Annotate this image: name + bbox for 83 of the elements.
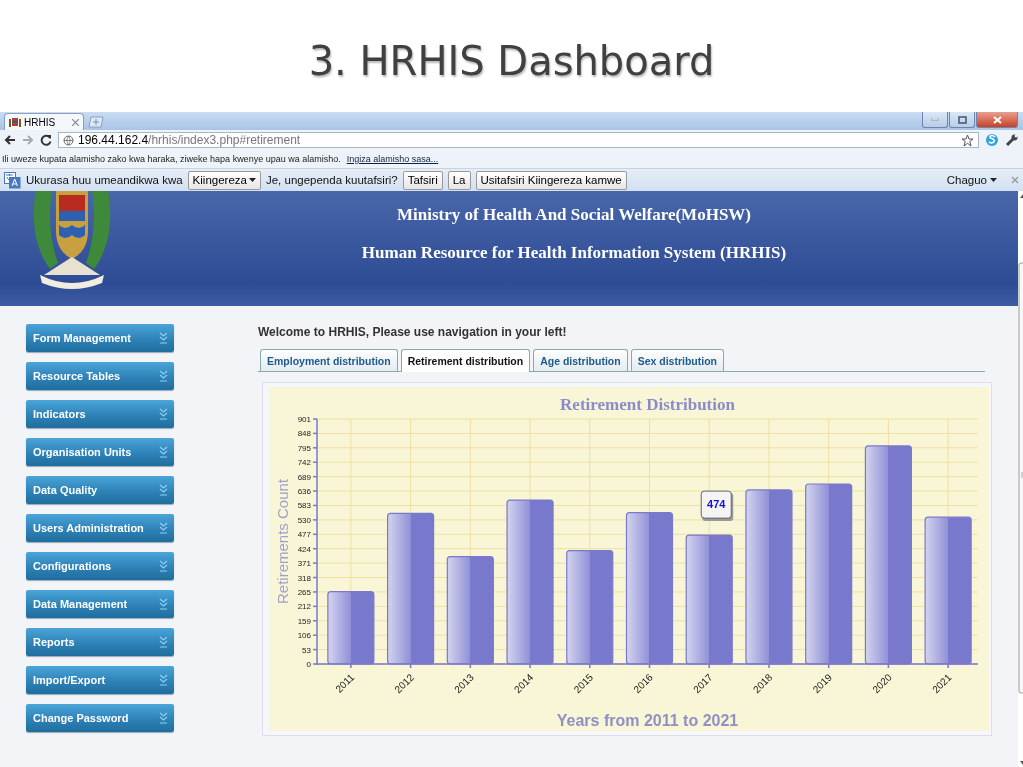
axis-title: Years from 2011 to 2021 (556, 712, 739, 729)
back-icon[interactable] (4, 134, 16, 146)
tab-title: HRHIS (24, 116, 57, 128)
translate-question: Je, ungependa kuutafsiri? (265, 174, 398, 186)
nav-menu-button[interactable]: Reports (26, 628, 174, 656)
nav-menu-button[interactable]: Organisation Units (26, 438, 174, 466)
tick-label: 371 (297, 559, 311, 569)
chart-title: Retirement Distribution (560, 395, 735, 414)
tick-label: 318 (297, 573, 311, 583)
new-tab-icon[interactable] (87, 116, 105, 128)
reload-icon[interactable] (40, 134, 52, 146)
chevron-icon (159, 598, 168, 610)
chevron-icon (159, 712, 168, 724)
slide-title: 3. HRHIS Dashboard (308, 37, 715, 84)
caret-icon (990, 178, 997, 182)
translate-button[interactable]: Usitafsiri Kiingereza kamwe (475, 170, 627, 190)
tooltip-value: 474 (707, 498, 726, 511)
tick-label: 901 (297, 415, 311, 424)
tick-label: 212 (297, 602, 311, 612)
chart-tab[interactable]: Employment distribution (260, 349, 398, 371)
chart-tab[interactable]: Retirement distribution (400, 349, 531, 372)
bookmark-bar-message: Ili uweze kupata alamisho zako kwa haraka, ziweke hapa kwenye upau wa alamisho. (2, 154, 341, 164)
chevron-icon (159, 674, 168, 686)
tick-label: 0 (306, 660, 311, 669)
chart-tab[interactable]: Sex distribution (630, 349, 725, 371)
chevron-icon (159, 636, 168, 648)
tick-label: 636 (297, 487, 311, 497)
browser-tab[interactable]: HRHIS (4, 113, 84, 130)
chevron-icon (159, 522, 168, 534)
tick-label: 106 (297, 631, 311, 641)
translate-button[interactable]: La (447, 170, 471, 190)
close-icon[interactable] (72, 118, 79, 126)
welcome-message: Welcome to HRHIS, Please use navigation in your left! (258, 325, 568, 339)
ministry-title: Ministry of Health And Social Welfare(MoHSW) (397, 205, 751, 225)
nav-menu-button[interactable]: Form Management (26, 324, 174, 352)
nav-menu-button[interactable]: Configurations (26, 552, 174, 580)
tick-label: 742 (297, 458, 311, 468)
url-text: 196.44.162.4/hrhis/index3.php#retirement (78, 133, 301, 147)
wrench-icon[interactable] (1005, 133, 1019, 147)
nav-menu-button[interactable]: Data Quality (26, 476, 174, 504)
chevron-icon (159, 408, 168, 420)
nav-menu-button[interactable]: Data Management (26, 590, 174, 618)
chevron-icon (159, 484, 168, 496)
nav-menu-button[interactable]: Change Password (26, 704, 174, 732)
chevron-icon (159, 446, 168, 458)
translate-icon (4, 171, 21, 189)
translate-button[interactable]: Tafsiri (402, 170, 443, 190)
chart-tab[interactable]: Age distribution (533, 349, 628, 371)
tick-label: 424 (297, 544, 311, 554)
value-tooltip (700, 490, 734, 522)
tick-label: 848 (297, 429, 311, 439)
tick-label: 583 (297, 501, 311, 511)
address-field[interactable]: 196.44.162.4/hrhis/index3.php#retirement (58, 132, 979, 148)
import-bookmarks-link[interactable]: Ingiza alamisho sasa... (346, 154, 439, 164)
close-icon[interactable] (1011, 176, 1019, 184)
close-icon[interactable] (976, 112, 1018, 128)
maximize-icon[interactable] (949, 112, 975, 128)
nav-menu-button[interactable]: Resource Tables (26, 362, 174, 390)
tick-label: 689 (297, 472, 311, 482)
forward-icon[interactable] (22, 134, 34, 146)
caret-icon (248, 178, 256, 182)
chevron-icon (159, 370, 168, 382)
language-dropdown[interactable]: Kiingereza (187, 170, 261, 190)
tick-label: 265 (297, 587, 311, 597)
chevron-icon (159, 332, 168, 344)
axis-title: Retirements Count (274, 478, 291, 605)
crest-icon (9, 116, 21, 128)
extension-icon[interactable] (985, 133, 999, 147)
system-title: Human Resource for Health Information System (HRHIS) (361, 243, 787, 263)
minimize-icon[interactable] (922, 112, 948, 128)
nav-menu-button[interactable]: Import/Export (26, 666, 174, 694)
tick-label: 530 (297, 515, 311, 525)
options-menu[interactable]: Chaguo (946, 174, 997, 186)
star-icon[interactable] (961, 133, 974, 147)
chevron-icon (159, 560, 168, 572)
tick-label: 159 (297, 616, 311, 626)
tick-label: 795 (297, 443, 311, 453)
globe-icon (63, 134, 74, 146)
tick-label: 53 (302, 645, 311, 655)
nav-menu-button[interactable]: Users Administration (26, 514, 174, 542)
nav-menu-button[interactable]: Indicators (26, 400, 174, 428)
translate-message: Ukurasa huu umeandikwa kwa (26, 174, 183, 186)
tick-label: 477 (297, 530, 311, 540)
